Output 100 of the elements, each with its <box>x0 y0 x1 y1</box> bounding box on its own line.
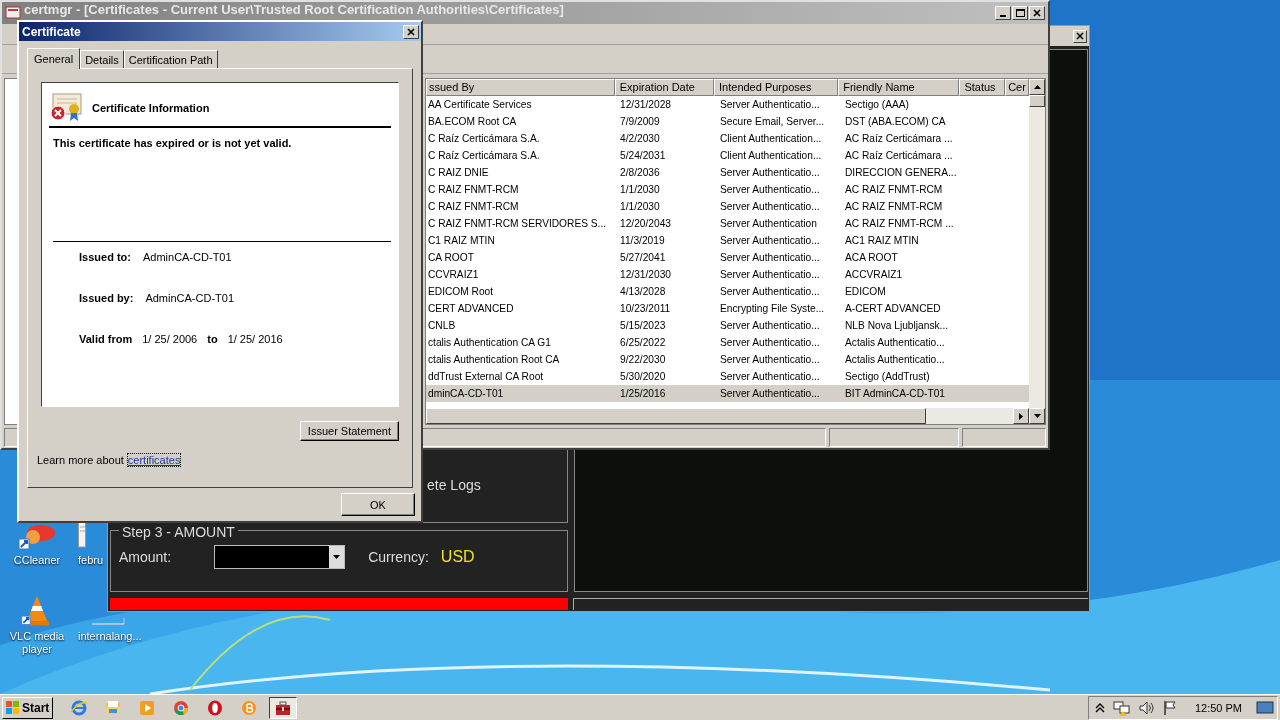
right-arrow-icon[interactable] <box>1019 412 1023 420</box>
column-header[interactable]: Cer <box>1005 79 1029 96</box>
table-row[interactable]: EDICOM Root 4/13/2028 Server Authenticatio... EDICOM <box>426 283 1029 300</box>
flag-icon[interactable] <box>1162 699 1177 716</box>
column-header[interactable]: Friendly Name <box>838 79 960 96</box>
field-value: 1/ 25/ 2016 <box>227 333 283 345</box>
table-cell-text: Actalis Authenticatio... <box>844 354 946 365</box>
clock[interactable]: 12:50 PM <box>1184 701 1248 714</box>
table-cell-text: 4/2/2030 <box>619 133 661 144</box>
table-cell-text: ACA ROOT <box>844 252 899 263</box>
table-cell-text: AC Raíz Certicámara ... <box>844 133 954 144</box>
close-icon[interactable] <box>407 27 415 36</box>
close-icon[interactable] <box>1033 9 1041 17</box>
table-row[interactable]: C1 RAIZ MTIN 11/3/2019 Server Authenticatio... AC1 RAIZ MTIN <box>426 232 1029 249</box>
desktop-icon-label[interactable]: febru <box>78 554 104 567</box>
table-cell-text: 9/22/2030 <box>619 354 667 365</box>
table-cell-text: 2/8/2036 <box>619 167 661 178</box>
status-message: This certificate has expired or is not yet valid. <box>53 137 391 242</box>
desktop-icon-label[interactable]: CCleaner <box>13 554 61 567</box>
horizontal-scrollbar[interactable] <box>426 408 1029 424</box>
issuer-statement-button[interactable]: Issuer Statement <box>299 421 399 441</box>
table-cell-text: C RAIZ DNIE <box>427 167 490 178</box>
table-cell-text: Server Authenticatio... <box>719 99 821 110</box>
table-cell-text: 1/1/2030 <box>619 201 661 212</box>
down-arrow-icon[interactable] <box>1033 414 1041 418</box>
amount-dropdown[interactable] <box>214 545 346 569</box>
table-row[interactable]: C RAIZ FNMT-RCM 1/1/2030 Server Authenticatio... AC RAIZ FNMT-RCM <box>426 198 1029 215</box>
table-cell-text: AC1 RAIZ MTIN <box>844 235 920 246</box>
minimize-button[interactable] <box>995 6 1011 20</box>
table-cell-text: AC RAIZ FNMT-RCM <box>844 201 944 212</box>
taskbar-app-button[interactable] <box>269 696 298 719</box>
tab[interactable]: Certification Path <box>123 50 218 68</box>
table-cell-text: 5/27/2041 <box>619 252 667 263</box>
certificate-error-icon <box>49 93 83 123</box>
table-cell-text: C Raíz Certicámara S.A. <box>427 133 541 144</box>
table-row[interactable]: CERT ADVANCED 10/23/2011 Encrypting File Syste... A-CERT ADVANCED <box>426 300 1029 317</box>
table-row[interactable]: ddTrust External CA Root 5/30/2020 Server Authenticatio... Sectigo (AddTrust) <box>426 368 1029 385</box>
column-header[interactable]: Intended Purposes <box>714 79 839 96</box>
table-cell-text: Server Authenticatio... <box>719 286 821 297</box>
table-cell-text: C1 RAIZ MTIN <box>427 235 496 246</box>
table-cell-text: Server Authenticatio... <box>719 337 821 348</box>
table-row[interactable]: dminCA-CD-T01 1/25/2016 Server Authenticatio... BIT AdminCA-CD-T01 <box>426 385 1029 402</box>
table-cell-text: 6/25/2022 <box>619 337 667 348</box>
table-cell-text: NLB Nova Ljubljansk... <box>844 320 950 331</box>
table-cell-text: ctalis Authentication Root CA <box>427 354 561 365</box>
desktop-icon-label[interactable]: VLC media player <box>2 630 72 656</box>
window-title: certmgr - [Certificates - Current User\Trusted Root Certification Authorities\Certificates] <box>24 1 564 17</box>
close-button[interactable] <box>403 24 419 39</box>
table-row[interactable]: CNLB 5/15/2023 Server Authenticatio... NLB Nova Ljubljansk... <box>426 317 1029 334</box>
table-cell-text: Server Authenticatio... <box>719 354 821 365</box>
table-row[interactable]: BA.ECOM Root CA 7/9/2009 Secure Email, Server... DST (ABA.ECOM) CA <box>426 113 1029 130</box>
table-cell-text: 5/30/2020 <box>619 371 667 382</box>
tab[interactable]: Details <box>80 50 124 68</box>
browser-icon[interactable] <box>70 698 89 717</box>
vertical-scrollbar[interactable] <box>1029 79 1045 424</box>
network-icon[interactable] <box>1112 699 1131 716</box>
column-header[interactable]: Status <box>959 79 1006 96</box>
table-cell-text: ctalis Authentication CA G1 <box>427 337 552 348</box>
start-button[interactable]: Start <box>2 696 54 719</box>
browser-icon[interactable] <box>172 698 191 717</box>
table-cell-text: ddTrust External CA Root <box>427 371 545 382</box>
table-row[interactable]: ctalis Authentication CA G1 6/25/2022 Server Authenticatio... Actalis Authenticatio... <box>426 334 1029 351</box>
volume-icon[interactable] <box>1138 700 1155 715</box>
browser-icon[interactable] <box>206 698 225 717</box>
help-text: Learn more about <box>37 454 124 466</box>
folder-icon[interactable] <box>104 698 123 717</box>
scroll-thumb[interactable] <box>1029 95 1045 107</box>
tab[interactable]: General <box>27 48 81 69</box>
certificates-link[interactable]: certificates <box>127 454 181 466</box>
table-cell-text: 5/24/2031 <box>619 150 667 161</box>
table-row[interactable]: C RAIZ DNIE 2/8/2036 Server Authenticatio... DIRECCION GENERA... <box>426 164 1029 181</box>
column-header[interactable]: ssued By <box>426 79 615 96</box>
table-row[interactable]: ctalis Authentication Root CA 9/22/2030 Server Authenticatio... Actalis Authenticatio... <box>426 351 1029 368</box>
table-row[interactable]: CA ROOT 5/27/2041 Server Authenticatio... ACA ROOT <box>426 249 1029 266</box>
table-row[interactable]: C RAIZ FNMT-RCM SERVIDORES S... 12/20/2043 Server Authentication AC RAIZ FNMT-RCM ... <box>426 215 1029 232</box>
table-row[interactable]: CCVRAIZ1 12/31/2030 Server Authenticatio... ACCVRAIZ1 <box>426 266 1029 283</box>
close-button[interactable] <box>1029 6 1045 20</box>
table-cell-text: C RAIZ FNMT-RCM SERVIDORES S... <box>427 218 608 229</box>
table-cell-text: 4/13/2028 <box>619 286 667 297</box>
table-cell-text: DIRECCION GENERA... <box>844 167 958 178</box>
table-cell-text: EDICOM <box>844 286 887 297</box>
table-cell-text: Sectigo (AddTrust) <box>844 371 931 382</box>
logs-button[interactable]: ete Logs <box>427 477 481 493</box>
table-cell-text: Server Authenticatio... <box>719 235 821 246</box>
table-row[interactable]: C Raíz Certicámara S.A. 4/2/2030 Client Authentication... AC Raíz Certicámara ... <box>426 130 1029 147</box>
show-hidden-icon[interactable] <box>1094 701 1105 714</box>
table-row[interactable]: AA Certificate Services 12/31/2028 Server Authenticatio... Sectigo (AAA) <box>426 96 1029 113</box>
table-row[interactable]: C RAIZ FNMT-RCM 1/1/2030 Server Authenticatio... AC RAIZ FNMT-RCM <box>426 181 1029 198</box>
table-cell-text: AC RAIZ FNMT-RCM ... <box>844 218 955 229</box>
field-label: Valid from <box>79 333 133 345</box>
toolbox-icon[interactable] <box>274 698 293 717</box>
table-cell-text: AC RAIZ FNMT-RCM <box>844 184 944 195</box>
column-header[interactable]: Expiration Date <box>614 79 715 96</box>
table-cell-text: Client Authentication... <box>719 150 823 161</box>
show-desktop-icon[interactable] <box>1256 700 1274 715</box>
table-row[interactable]: C Raíz Certicámara S.A. 5/24/2031 Client Authentication... AC Raíz Certicámara ... <box>426 147 1029 164</box>
ok-button[interactable]: OK <box>341 493 415 516</box>
up-arrow-icon[interactable] <box>1033 85 1041 89</box>
table-cell-text: 12/31/2028 <box>619 99 672 110</box>
table-cell-text: C RAIZ FNMT-RCM <box>427 201 520 212</box>
